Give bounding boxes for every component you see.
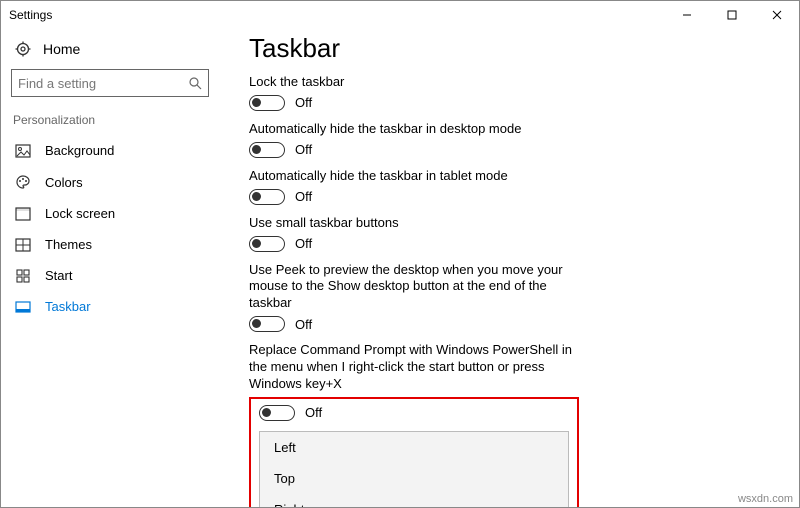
setting-label: Replace Command Prompt with Windows Powe… <box>249 342 579 393</box>
sidebar-item-background[interactable]: Background <box>1 135 219 166</box>
toggle-state: Off <box>295 317 312 332</box>
toggle-switch[interactable] <box>259 405 295 421</box>
setting-label: Use Peek to preview the desktop when you… <box>249 262 579 313</box>
dropdown-option-left[interactable]: Left <box>260 432 568 463</box>
search-input[interactable]: Find a setting <box>11 69 209 97</box>
setting-lock-taskbar: Lock the taskbar Off <box>249 74 769 111</box>
setting-label: Use small taskbar buttons <box>249 215 579 232</box>
window-title: Settings <box>9 8 664 22</box>
search-icon <box>188 76 202 90</box>
picture-icon <box>13 144 33 158</box>
toggle-state: Off <box>295 95 312 110</box>
sidebar-item-label: Background <box>45 143 114 158</box>
sidebar-item-label: Colors <box>45 175 83 190</box>
setting-label: Lock the taskbar <box>249 74 579 91</box>
home-label: Home <box>43 41 80 57</box>
toggle-state: Off <box>295 142 312 157</box>
maximize-button[interactable] <box>709 1 754 29</box>
setting-small-buttons: Use small taskbar buttons Off <box>249 215 769 252</box>
setting-label: Automatically hide the taskbar in deskto… <box>249 121 579 138</box>
watermark: wsxdn.com <box>738 493 793 505</box>
search-placeholder: Find a setting <box>18 76 188 91</box>
toggle-switch[interactable] <box>249 189 285 205</box>
sidebar-item-taskbar[interactable]: Taskbar <box>1 291 219 322</box>
taskbar-icon <box>13 301 33 313</box>
sidebar-item-colors[interactable]: Colors <box>1 166 219 198</box>
sidebar: Home Find a setting Personalization Back… <box>1 29 219 507</box>
taskbar-location-dropdown[interactable]: Left Top Right Bottom <box>259 431 569 507</box>
close-button[interactable] <box>754 1 799 29</box>
toggle-state: Off <box>305 405 322 420</box>
toggle-switch[interactable] <box>249 95 285 111</box>
toggle-switch[interactable] <box>249 316 285 332</box>
setting-label: Automatically hide the taskbar in tablet… <box>249 168 579 185</box>
sidebar-item-themes[interactable]: Themes <box>1 229 219 260</box>
sidebar-item-lock-screen[interactable]: Lock screen <box>1 198 219 229</box>
setting-autohide-tablet: Automatically hide the taskbar in tablet… <box>249 168 769 205</box>
home-nav[interactable]: Home <box>1 35 219 69</box>
sidebar-item-label: Taskbar <box>45 299 91 314</box>
start-icon <box>13 269 33 283</box>
sidebar-item-label: Start <box>45 268 72 283</box>
setting-autohide-desktop: Automatically hide the taskbar in deskto… <box>249 121 769 158</box>
window-body: Home Find a setting Personalization Back… <box>1 29 799 507</box>
toggle-switch[interactable] <box>249 236 285 252</box>
themes-icon <box>13 238 33 252</box>
window-controls <box>664 1 799 29</box>
setting-peek: Use Peek to preview the desktop when you… <box>249 262 769 333</box>
gear-icon <box>13 41 33 57</box>
titlebar: Settings <box>1 1 799 29</box>
lock-screen-icon <box>13 207 33 221</box>
setting-powershell: Replace Command Prompt with Windows Powe… <box>249 342 769 393</box>
minimize-button[interactable] <box>664 1 709 29</box>
sidebar-item-label: Themes <box>45 237 92 252</box>
settings-window: Settings Home Find a setting <box>0 0 800 508</box>
palette-icon <box>13 174 33 190</box>
page-title: Taskbar <box>249 33 769 64</box>
dropdown-option-top[interactable]: Top <box>260 463 568 494</box>
toggle-state: Off <box>295 236 312 251</box>
annotation-highlight: Off Left Top Right Bottom <box>249 397 579 507</box>
sidebar-item-start[interactable]: Start <box>1 260 219 291</box>
sidebar-item-label: Lock screen <box>45 206 115 221</box>
dropdown-option-right[interactable]: Right <box>260 494 568 507</box>
toggle-switch[interactable] <box>249 142 285 158</box>
sidebar-section-header: Personalization <box>1 109 219 135</box>
toggle-state: Off <box>295 189 312 204</box>
content-pane: Taskbar Lock the taskbar Off Automatical… <box>219 29 799 507</box>
